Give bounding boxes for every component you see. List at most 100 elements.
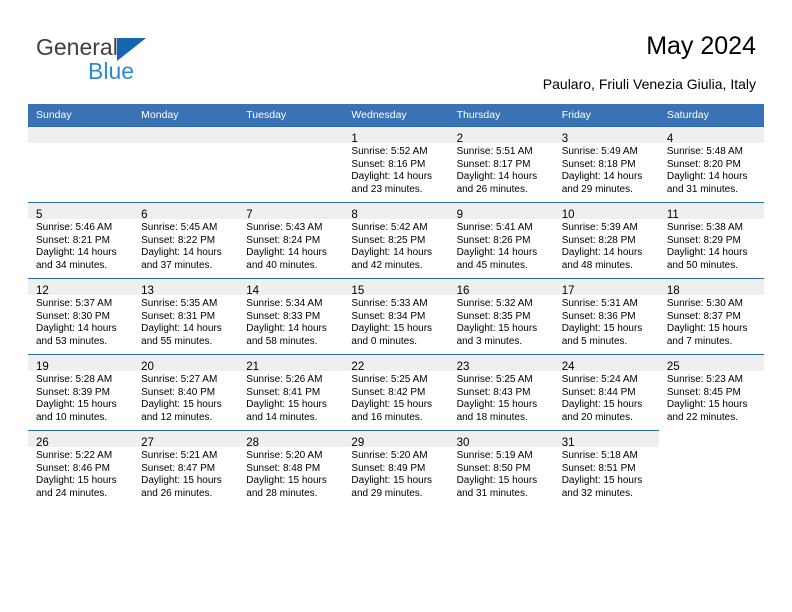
calendar-day-cell[interactable]: 3 Sunrise: 5:49 AM Sunset: 8:18 PM Daylight… — [553, 126, 659, 203]
day-detail-line: Sunset: 8:17 PM — [456, 158, 531, 170]
day-detail-line: Sunset: 8:31 PM — [141, 310, 216, 322]
day-number: 27 — [141, 437, 154, 449]
calendar-empty-cell — [238, 126, 344, 203]
day-detail-line: Daylight: 15 hours — [456, 323, 538, 335]
day-detail-line: Daylight: 15 hours — [246, 399, 327, 411]
day-number: 3 — [561, 133, 569, 145]
calendar-day-cell[interactable]: 6 Sunrise: 5:45 AM Sunset: 8:22 PM Daylight… — [133, 202, 239, 279]
day-detail-line: Sunrise: 5:37 AM — [36, 298, 113, 309]
calendar-day-cell[interactable]: 31 Sunrise: 5:18 AM Sunset: 8:51 PM Dayligh… — [553, 430, 659, 506]
day-detail-line: Sunrise: 5:32 AM — [456, 298, 533, 309]
calendar-day-cell[interactable]: 21 Sunrise: 5:26 AM Sunset: 8:41 PM Dayligh… — [238, 354, 344, 431]
day-detail-line: and 28 minutes. — [246, 487, 318, 499]
calendar-empty-cell — [133, 126, 239, 203]
calendar-day-cell[interactable]: 19 Sunrise: 5:28 AM Sunset: 8:39 PM Dayligh… — [28, 354, 134, 431]
calendar-week-row: 12 Sunrise: 5:37 AM Sunset: 8:30 PM Dayligh… — [28, 278, 764, 355]
day-detail-line: Sunset: 8:48 PM — [246, 462, 321, 474]
day-number-band: 15 — [343, 279, 449, 297]
day-number-band: 18 — [658, 279, 764, 297]
calendar-day-cell[interactable]: 29 Sunrise: 5:20 AM Sunset: 8:49 PM Dayligh… — [343, 430, 449, 506]
calendar-day-cell[interactable]: 14 Sunrise: 5:34 AM Sunset: 8:33 PM Dayligh… — [238, 278, 344, 355]
day-detail-line: and 58 minutes. — [246, 335, 318, 347]
day-number: 12 — [36, 285, 49, 297]
calendar-day-cell[interactable]: 12 Sunrise: 5:37 AM Sunset: 8:30 PM Dayligh… — [28, 278, 134, 355]
day-number: 17 — [561, 285, 575, 297]
calendar-day-cell[interactable]: 22 Sunrise: 5:25 AM Sunset: 8:42 PM Dayligh… — [343, 354, 449, 431]
calendar-day-cell[interactable]: 26 Sunrise: 5:22 AM Sunset: 8:46 PM Dayligh… — [28, 430, 134, 506]
day-detail-line: Sunset: 8:20 PM — [666, 158, 741, 170]
day-detail-line: Sunrise: 5:22 AM — [36, 450, 113, 461]
calendar-day-cell[interactable]: 28 Sunrise: 5:20 AM Sunset: 8:48 PM Dayligh… — [238, 430, 344, 506]
day-details: Sunrise: 5:20 AM Sunset: 8:49 PM Daylight:… — [343, 447, 448, 500]
calendar-day-cell[interactable]: 10 Sunrise: 5:39 AM Sunset: 8:28 PM Dayligh… — [553, 202, 659, 279]
day-detail-line: Sunrise: 5:25 AM — [456, 374, 533, 385]
calendar-day-cell[interactable]: 4 Sunrise: 5:48 AM Sunset: 8:20 PM Daylight… — [658, 126, 764, 203]
day-detail-line: Daylight: 15 hours — [666, 323, 748, 335]
calendar-day-cell[interactable]: 23 Sunrise: 5:25 AM Sunset: 8:43 PM Dayligh… — [448, 354, 554, 431]
day-number-band: 28 — [238, 431, 344, 449]
logo-text-general: General — [36, 34, 118, 60]
day-detail-line: and 5 minutes. — [561, 335, 628, 347]
day-number: 1 — [351, 133, 358, 145]
day-number: 9 — [456, 209, 463, 221]
day-detail-line: Sunrise: 5:48 AM — [666, 146, 743, 157]
day-detail-line: Daylight: 14 hours — [141, 247, 222, 259]
day-detail-line: Daylight: 14 hours — [246, 247, 327, 259]
day-detail-line: Sunset: 8:25 PM — [351, 234, 426, 246]
day-number-band: 5 — [28, 203, 134, 221]
weekday-header-thursday: Thursday — [448, 104, 554, 127]
day-detail-line: Sunrise: 5:26 AM — [246, 374, 323, 385]
calendar-day-cell[interactable]: 20 Sunrise: 5:27 AM Sunset: 8:40 PM Dayligh… — [133, 354, 239, 431]
day-detail-line: Daylight: 15 hours — [561, 399, 643, 411]
day-details: Sunrise: 5:22 AM Sunset: 8:46 PM Daylight:… — [28, 447, 133, 500]
day-details: Sunrise: 5:39 AM Sunset: 8:28 PM Daylight:… — [554, 219, 659, 272]
day-details: Sunrise: 5:27 AM Sunset: 8:40 PM Daylight:… — [133, 371, 238, 424]
calendar-day-cell[interactable]: 18 Sunrise: 5:30 AM Sunset: 8:37 PM Dayligh… — [658, 278, 764, 355]
day-details: Sunrise: 5:48 AM Sunset: 8:20 PM Daylight:… — [659, 143, 764, 196]
day-detail-line: Sunrise: 5:18 AM — [561, 450, 638, 461]
day-detail-line: Sunset: 8:26 PM — [456, 234, 531, 246]
day-number: 15 — [351, 285, 365, 297]
calendar-day-cell[interactable]: 27 Sunrise: 5:21 AM Sunset: 8:47 PM Dayligh… — [133, 430, 239, 506]
day-number: 20 — [141, 361, 154, 373]
calendar-day-cell[interactable]: 25 Sunrise: 5:23 AM Sunset: 8:45 PM Dayligh… — [658, 354, 764, 431]
day-details: Sunrise: 5:46 AM Sunset: 8:21 PM Daylight:… — [28, 219, 133, 272]
page-title: May 2024 — [646, 32, 756, 60]
day-detail-line: and 29 minutes. — [351, 487, 423, 499]
day-detail-line: Sunrise: 5:49 AM — [561, 146, 638, 157]
calendar-day-cell[interactable]: 24 Sunrise: 5:24 AM Sunset: 8:44 PM Dayligh… — [553, 354, 659, 431]
day-details: Sunrise: 5:18 AM Sunset: 8:51 PM Daylight:… — [554, 447, 659, 500]
day-number: 18 — [666, 285, 680, 297]
day-number: 11 — [666, 209, 679, 221]
generalblue-logo[interactable]: General Blue — [36, 34, 216, 90]
calendar-day-cell[interactable]: 5 Sunrise: 5:46 AM Sunset: 8:21 PM Daylight… — [28, 202, 134, 279]
day-detail-line: Sunset: 8:40 PM — [141, 386, 216, 398]
day-detail-line: Sunset: 8:34 PM — [351, 310, 426, 322]
day-detail-line: Sunrise: 5:23 AM — [666, 374, 743, 385]
calendar-body: 1 Sunrise: 5:52 AM Sunset: 8:16 PM Daylight… — [28, 126, 764, 506]
calendar-day-cell[interactable]: 9 Sunrise: 5:41 AM Sunset: 8:26 PM Daylight… — [448, 202, 554, 279]
day-details: Sunrise: 5:32 AM Sunset: 8:35 PM Daylight:… — [449, 295, 554, 348]
day-number-band: 12 — [28, 279, 134, 297]
day-detail-line: Daylight: 14 hours — [456, 247, 538, 259]
calendar-empty-cell — [28, 126, 134, 203]
day-detail-line: and 40 minutes. — [246, 259, 318, 271]
day-detail-line: Daylight: 15 hours — [246, 475, 327, 487]
calendar-day-cell[interactable]: 1 Sunrise: 5:52 AM Sunset: 8:16 PM Daylight… — [343, 126, 449, 203]
calendar-day-cell[interactable]: 13 Sunrise: 5:35 AM Sunset: 8:31 PM Dayligh… — [133, 278, 239, 355]
weekday-header-friday: Friday — [553, 104, 659, 127]
day-number-band: 3 — [553, 127, 659, 145]
day-number-band: 25 — [658, 355, 764, 373]
day-number: 10 — [561, 209, 575, 221]
day-detail-line: Sunrise: 5:19 AM — [456, 450, 533, 461]
calendar-day-cell[interactable]: 7 Sunrise: 5:43 AM Sunset: 8:24 PM Daylight… — [238, 202, 344, 279]
calendar-day-cell[interactable]: 16 Sunrise: 5:32 AM Sunset: 8:35 PM Dayligh… — [448, 278, 554, 355]
calendar-day-cell[interactable]: 30 Sunrise: 5:19 AM Sunset: 8:50 PM Dayligh… — [448, 430, 554, 506]
calendar-day-cell[interactable]: 17 Sunrise: 5:31 AM Sunset: 8:36 PM Dayligh… — [553, 278, 659, 355]
calendar-day-cell[interactable]: 15 Sunrise: 5:33 AM Sunset: 8:34 PM Dayligh… — [343, 278, 449, 355]
calendar-day-cell[interactable]: 8 Sunrise: 5:42 AM Sunset: 8:25 PM Daylight… — [343, 202, 449, 279]
day-detail-line: Sunrise: 5:45 AM — [141, 222, 218, 233]
day-detail-line: Daylight: 14 hours — [36, 323, 117, 335]
calendar-day-cell[interactable]: 2 Sunrise: 5:51 AM Sunset: 8:17 PM Daylight… — [448, 126, 554, 203]
calendar-day-cell[interactable]: 11 Sunrise: 5:38 AM Sunset: 8:29 PM Dayligh… — [658, 202, 764, 279]
